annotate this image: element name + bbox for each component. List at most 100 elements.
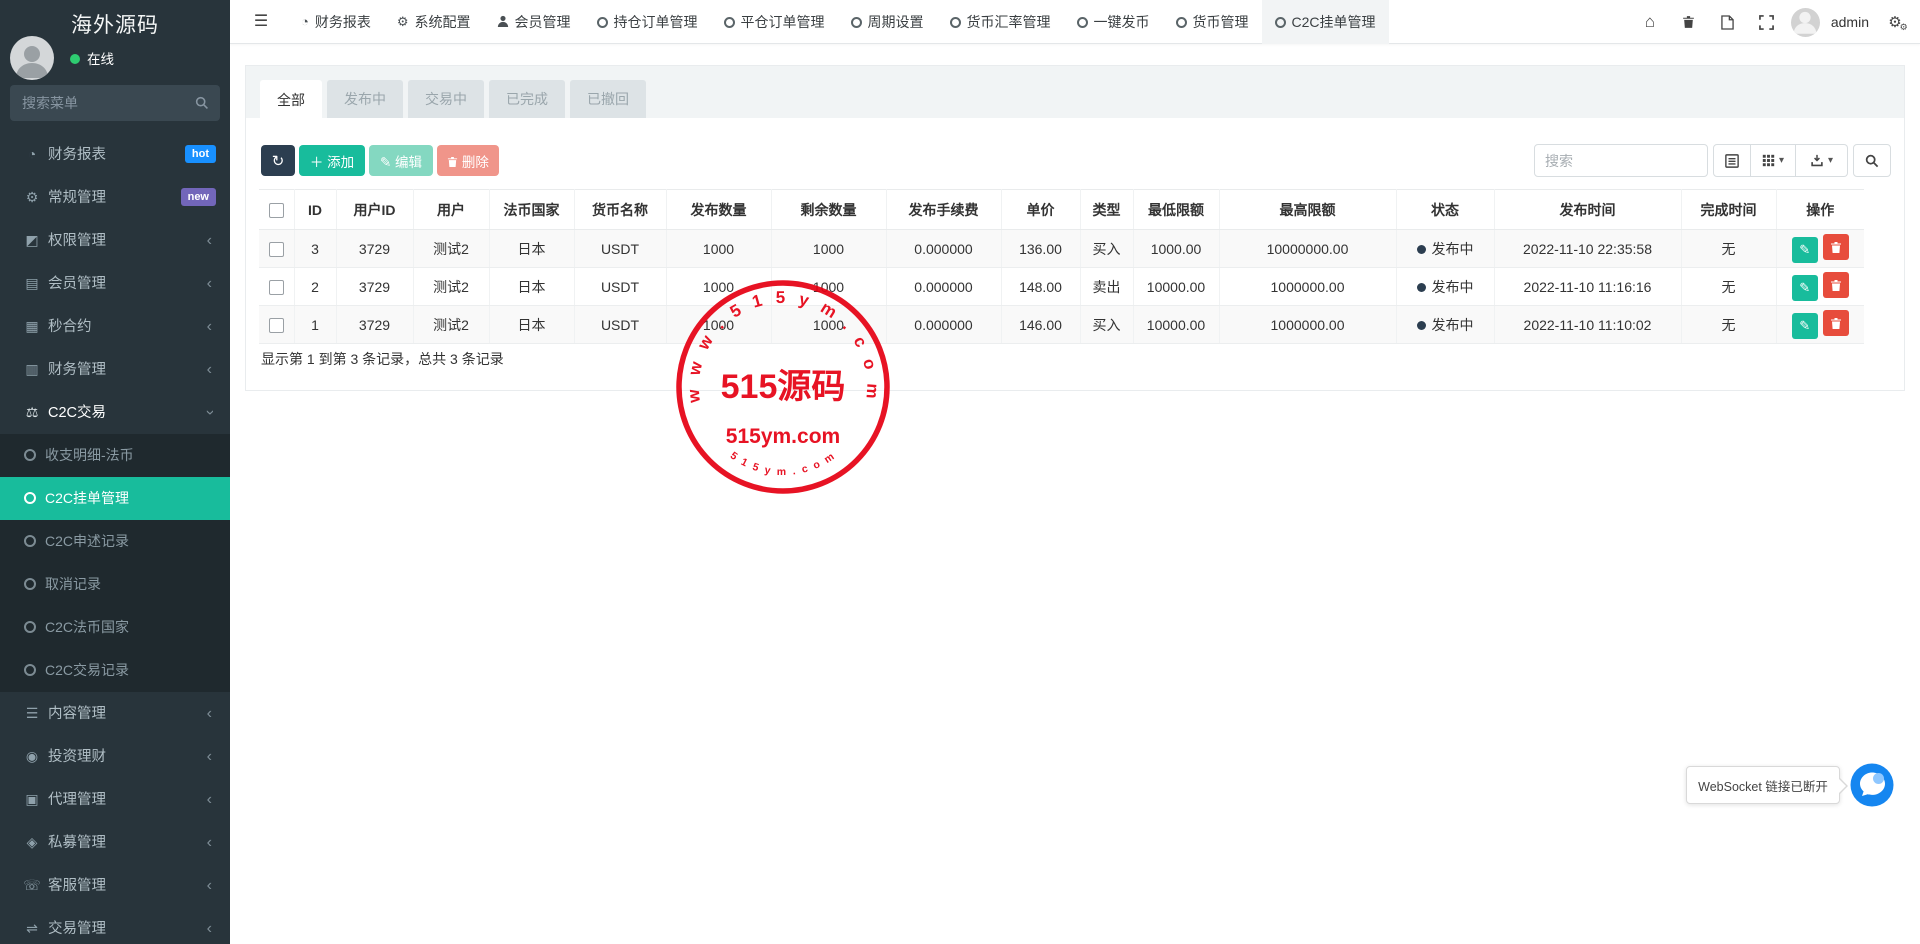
sidebar-item-label: 会员管理	[48, 276, 106, 292]
sidebar-item-投资理财[interactable]: ◉ 投资理财 ‹	[0, 735, 230, 778]
column-header-发布数量[interactable]: 发布数量	[666, 189, 772, 230]
search-submit-button[interactable]	[1853, 144, 1891, 177]
column-header-法币国家[interactable]: 法币国家	[489, 189, 575, 230]
search-icon[interactable]	[195, 96, 209, 110]
avatar[interactable]	[10, 36, 54, 80]
columns-button[interactable]: ▾	[1751, 144, 1796, 177]
row-delete-button[interactable]	[1822, 310, 1849, 337]
sidebar-item-代理管理[interactable]: ▣ 代理管理 ‹	[0, 778, 230, 821]
topbar-tab-货币汇率管理[interactable]: 货币汇率管理	[937, 0, 1064, 44]
chevron-left-icon: ‹	[206, 361, 212, 378]
sidebar-subitem-C2C挂单管理[interactable]: C2C挂单管理	[0, 477, 230, 520]
sidebar-item-权限管理[interactable]: ◩ 权限管理 ‹	[0, 219, 230, 262]
sidebar-item-客服管理[interactable]: ☏ 客服管理 ‹	[0, 864, 230, 907]
refresh-button[interactable]: ↻	[261, 145, 295, 176]
online-dot-icon	[70, 54, 80, 64]
sidebar-item-label: 权限管理	[48, 233, 106, 249]
topbar-tab-财务报表[interactable]: ◔ 财务报表	[288, 0, 384, 44]
tab-交易中[interactable]: 交易中	[408, 80, 484, 118]
sidebar-subitem-取消记录[interactable]: 取消记录	[0, 563, 230, 606]
chevron-left-icon: ‹	[206, 920, 212, 937]
admin-avatar[interactable]	[1790, 7, 1820, 37]
column-header-剩余数量[interactable]: 剩余数量	[771, 189, 887, 230]
trash-icon[interactable]	[1674, 0, 1704, 44]
balance-icon: ⚖	[25, 404, 39, 420]
row-edit-button[interactable]: ✎	[1791, 312, 1818, 339]
column-header-单价[interactable]: 单价	[1001, 189, 1081, 230]
add-button[interactable]: ＋ 添加	[299, 145, 365, 176]
topbar-tab-C2C挂单管理[interactable]: C2C挂单管理	[1261, 0, 1389, 44]
sidebar-item-label: 投资理财	[48, 749, 106, 765]
export-button[interactable]: ▾	[1796, 144, 1848, 177]
settings-cogs-icon[interactable]: ⚙ ⚙	[1880, 0, 1910, 44]
column-header-货币名称[interactable]: 货币名称	[574, 189, 667, 230]
sidebar-item-交易管理[interactable]: ⇌ 交易管理 ‹	[0, 907, 230, 944]
column-header-用户ID[interactable]: 用户ID	[336, 189, 414, 230]
column-header-类型[interactable]: 类型	[1080, 189, 1134, 230]
row-edit-button[interactable]: ✎	[1791, 274, 1818, 301]
topbar-tab-周期设置[interactable]: 周期设置	[838, 0, 937, 44]
tab-已完成[interactable]: 已完成	[489, 80, 565, 118]
trash-icon	[448, 156, 458, 167]
row-delete-button[interactable]	[1822, 272, 1849, 299]
sidebar-item-label: 内容管理	[48, 706, 106, 722]
sidebar-item-C2C交易[interactable]: ⚖ C2C交易 ‹	[0, 391, 230, 434]
topbar-tab-会员管理[interactable]: 会员管理	[484, 0, 584, 44]
agent-icon: ▣	[25, 791, 39, 807]
sidebar-item-label: 交易管理	[48, 921, 106, 937]
admin-username[interactable]: admin	[1831, 14, 1869, 30]
sidebar-search-input[interactable]	[10, 85, 180, 121]
sidebar-subitem-C2C申述记录[interactable]: C2C申述记录	[0, 520, 230, 563]
sidebar-submenu-c2c: 收支明细-法币 C2C挂单管理 C2C申述记录 取消记录 C2C法币国家 C2C交易记录	[0, 434, 230, 692]
sidebar-subitem-label: C2C法币国家	[45, 619, 130, 635]
sidebar-item-会员管理[interactable]: ▤ 会员管理 ‹	[0, 262, 230, 305]
sidebar-item-常规管理[interactable]: ⚙ 常规管理 new	[0, 176, 230, 219]
column-header-最高限额[interactable]: 最高限额	[1219, 189, 1397, 230]
hamburger-icon[interactable]: ☰	[246, 0, 276, 44]
row-checkbox[interactable]	[268, 317, 284, 333]
sidebar-item-财务管理[interactable]: ▥ 财务管理 ‹	[0, 348, 230, 391]
topbar-tab-持仓订单管理[interactable]: 持仓订单管理	[584, 0, 711, 44]
file-refresh-icon[interactable]	[1713, 0, 1743, 44]
row-checkbox[interactable]	[268, 241, 284, 257]
column-header-最低限额[interactable]: 最低限额	[1133, 189, 1220, 230]
home-icon[interactable]: ⌂	[1635, 0, 1665, 44]
delete-button[interactable]: 删除	[437, 145, 499, 176]
chat-button[interactable]	[1849, 762, 1895, 808]
column-header-发布手续费[interactable]: 发布手续费	[886, 189, 1002, 230]
fullscreen-icon[interactable]	[1752, 0, 1782, 44]
edit-button[interactable]: ✎ 编辑	[369, 145, 433, 176]
topbar-tab-货币管理[interactable]: 货币管理	[1163, 0, 1262, 44]
row-edit-button[interactable]: ✎	[1791, 236, 1818, 263]
topbar-tab-一键发币[interactable]: 一键发币	[1064, 0, 1163, 44]
sidebar-subitem-C2C交易记录[interactable]: C2C交易记录	[0, 649, 230, 692]
table-header-row: ID 用户ID 用户 法币国家 货币名称 发布数量 剩余数量 发布手续费 单价 类型 最低限额 最高限…	[259, 189, 1864, 230]
column-header-ID[interactable]: ID	[294, 189, 337, 230]
sidebar-item-秒合约[interactable]: ▦ 秒合约 ‹	[0, 305, 230, 348]
sidebar-subitem-收支明细-法币[interactable]: 收支明细-法币	[0, 434, 230, 477]
column-header-完成时间[interactable]: 完成时间	[1681, 189, 1777, 230]
sidebar-subitem-C2C法币国家[interactable]: C2C法币国家	[0, 606, 230, 649]
detail-view-button[interactable]	[1713, 144, 1751, 177]
badge-new: new	[180, 188, 216, 206]
sidebar-item-内容管理[interactable]: ☰ 内容管理 ‹	[0, 692, 230, 735]
chat-bubble-icon	[1850, 763, 1894, 807]
tab-发布中[interactable]: 发布中	[327, 80, 403, 118]
topbar-tab-系统配置[interactable]: ⚙ 系统配置	[384, 0, 484, 44]
row-checkbox[interactable]	[268, 279, 284, 295]
sidebar-item-label: 常规管理	[48, 190, 106, 206]
topbar-tab-label: 财务报表	[314, 14, 371, 30]
row-delete-button[interactable]	[1822, 234, 1849, 261]
select-all-checkbox[interactable]	[268, 202, 284, 218]
sidebar-item-财务报表[interactable]: ◔ 财务报表 hot	[0, 133, 230, 176]
sidebar-item-label: 私募管理	[48, 835, 106, 851]
tab-全部[interactable]: 全部	[260, 80, 322, 120]
column-header-用户[interactable]: 用户	[413, 189, 490, 230]
table-search-input[interactable]	[1534, 144, 1708, 177]
column-header-发布时间[interactable]: 发布时间	[1494, 189, 1682, 230]
topbar-tab-平仓订单管理[interactable]: 平仓订单管理	[711, 0, 838, 44]
tab-已撤回[interactable]: 已撤回	[570, 80, 646, 118]
column-header-状态[interactable]: 状态	[1396, 189, 1495, 230]
sidebar-item-私募管理[interactable]: ◈ 私募管理 ‹	[0, 821, 230, 864]
column-header-操作[interactable]: 操作	[1776, 189, 1864, 230]
